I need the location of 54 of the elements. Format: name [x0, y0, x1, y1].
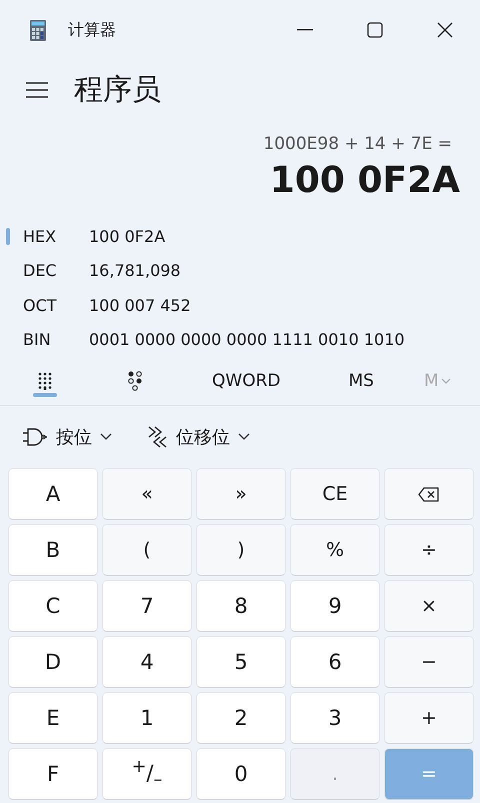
key-button[interactable]: A — [8, 468, 98, 520]
key-button[interactable]: % — [290, 524, 380, 576]
key-button[interactable]: 0 — [196, 748, 286, 800]
key-button[interactable]: 6 — [290, 636, 380, 688]
dropdown-button[interactable]: 按位 — [16, 424, 118, 450]
key-button[interactable]: 2 — [196, 692, 286, 744]
chevron-icon — [100, 433, 112, 441]
close-icon — [437, 22, 453, 38]
expression: 1000E98 + 14 + 7E = — [263, 134, 452, 154]
minimize-icon — [297, 29, 313, 31]
key-button[interactable]: 3 — [290, 692, 380, 744]
keypad-icon — [37, 372, 53, 390]
calculator-icon — [30, 20, 46, 40]
key-button[interactable]: 1 — [102, 692, 192, 744]
key-button[interactable]: ) — [196, 524, 286, 576]
key-button[interactable]: » — [196, 468, 286, 520]
result-display: 100 0F2A — [270, 160, 460, 201]
key-button[interactable]: + — [384, 692, 474, 744]
key-button[interactable]: 4 — [102, 636, 192, 688]
radix-row[interactable]: BIN 0001 0000 0000 0000 1111 0010 1010 — [0, 322, 480, 357]
key-button[interactable]: 9 — [290, 580, 380, 632]
key-button[interactable]: 8 — [196, 580, 286, 632]
mode-title: 程序员 — [74, 71, 161, 108]
key-button[interactable]: F — [8, 748, 98, 800]
key-button[interactable]: E — [8, 692, 98, 744]
key-button[interactable]: − — [384, 636, 474, 688]
backspace-icon — [418, 486, 440, 502]
chevron-icon — [440, 378, 451, 384]
menu-icon — [26, 82, 48, 98]
key-button[interactable]: D — [8, 636, 98, 688]
radix-row[interactable]: HEX 100 0F2A — [0, 219, 480, 254]
bit-shift-icon — [146, 425, 168, 449]
key-button[interactable]: « — [102, 468, 192, 520]
key-button[interactable]: 5 — [196, 636, 286, 688]
key-button[interactable]: ÷ — [384, 524, 474, 576]
key-button[interactable]: ( — [102, 524, 192, 576]
key-button[interactable]: B — [8, 524, 98, 576]
dropdown-button[interactable]: 位移位 — [140, 424, 256, 450]
key-button[interactable]: × — [384, 580, 474, 632]
key-button[interactable]: $^{+}$/$_{–}$ — [102, 748, 192, 800]
maximize-icon — [367, 22, 383, 38]
memory-store-button[interactable]: MS — [342, 370, 380, 392]
word-size-button[interactable]: QWORD — [206, 370, 286, 392]
selection-indicator — [33, 393, 57, 397]
backspace-button[interactable] — [384, 468, 474, 520]
key-button[interactable]: 7 — [102, 580, 192, 632]
window-title: 计算器 — [68, 20, 117, 40]
radix-row[interactable]: DEC 16,781,098 — [0, 254, 480, 288]
logic-gate-icon — [22, 427, 48, 447]
bit-toggle-icon — [127, 371, 143, 391]
key-button[interactable]: CE — [290, 468, 380, 520]
key-button[interactable]: C — [8, 580, 98, 632]
radix-row[interactable]: OCT 100 007 452 — [0, 288, 480, 322]
chevron-icon — [238, 433, 250, 441]
